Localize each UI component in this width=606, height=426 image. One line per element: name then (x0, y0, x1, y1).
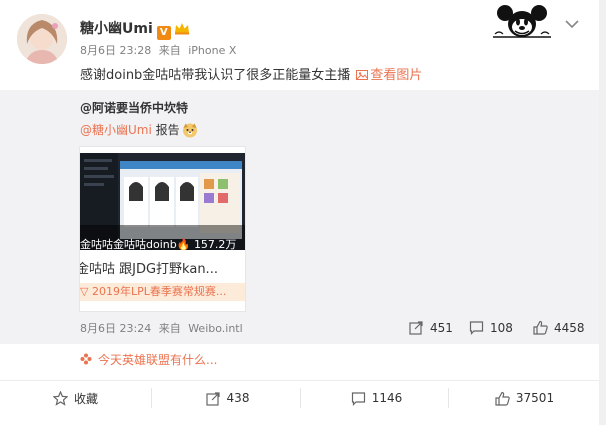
original-comment-count: 108 (490, 321, 513, 335)
topic-link[interactable]: 今天英雄联盟有什么... (80, 352, 217, 368)
comment-icon (469, 321, 484, 335)
video-meta: 金咕咕金咕咕doinb🔥 157.2万 (80, 238, 236, 250)
video-channel: 金咕咕金咕咕doinb (80, 238, 177, 250)
repost-button[interactable]: 438 (152, 380, 303, 416)
original-repost-button[interactable]: 451 (409, 320, 453, 336)
share-icon (205, 391, 220, 406)
original-mention[interactable]: @糖小幽Umi (80, 123, 152, 137)
picture-icon (356, 70, 369, 80)
like-count: 37501 (515, 391, 555, 405)
comment-count: 1146 (371, 391, 403, 405)
original-text-body: 报告 (155, 123, 180, 137)
post-source: iPhone X (188, 44, 237, 57)
fire-icon: 🔥 (176, 238, 191, 250)
source-prefix: 来自 (158, 44, 181, 57)
author-name[interactable]: 糖小幽Umi (80, 21, 153, 37)
favorite-label: 收藏 (73, 391, 98, 406)
original-author[interactable]: @阿诺要当侨中坎特 (80, 100, 188, 116)
original-like-count: 4458 (554, 321, 585, 335)
avatar[interactable] (17, 14, 67, 64)
star-icon (52, 390, 68, 406)
thumbs-up-icon (495, 391, 510, 406)
comment-icon (351, 391, 365, 406)
original-source: Weibo.intl (188, 322, 243, 335)
video-views: 157.2万 (193, 238, 237, 250)
view-pictures-link[interactable]: 查看图片 (356, 68, 422, 83)
post-meta: 8月6日 23:28 来自 iPhone X (80, 44, 240, 58)
favorite-button[interactable]: 收藏 (0, 380, 151, 416)
comment-button[interactable]: 1146 (301, 380, 452, 416)
view-pictures-label: 查看图片 (370, 68, 423, 83)
dog-emoji-icon (182, 122, 198, 138)
thumbs-up-icon (533, 320, 548, 335)
crown-icon (174, 21, 190, 35)
video-thumbnail: 金咕咕金咕咕doinb🔥 157.2万 (80, 153, 245, 250)
chevron-down-icon[interactable] (565, 14, 579, 29)
mickey-decoration-icon (491, 4, 553, 40)
original-meta: 8月6日 23:24 来自 Weibo.intl (80, 322, 247, 336)
like-button[interactable]: 37501 (449, 380, 600, 416)
scrollbar[interactable] (599, 0, 606, 425)
topic-flower-icon (80, 353, 92, 365)
original-comment-button[interactable]: 108 (469, 320, 513, 336)
video-card[interactable]: 金咕咕金咕咕doinb🔥 157.2万 金咕咕 跟JDG打野kan... ▽ 2… (79, 146, 246, 312)
post-date[interactable]: 8月6日 23:28 (80, 44, 151, 57)
verified-badge: V (156, 26, 171, 40)
video-banner: ▽ 2019年LPL春季赛常规赛... (80, 283, 245, 301)
banner-marker: ▽ (80, 285, 89, 298)
topic-text: 今天英雄联盟有什么... (98, 353, 218, 367)
original-date[interactable]: 8月6日 23:24 (80, 322, 151, 335)
repost-count: 438 (226, 391, 250, 405)
video-title[interactable]: 金咕咕 跟JDG打野kan... (80, 261, 218, 279)
original-source-prefix: 来自 (158, 322, 181, 335)
original-repost-count: 451 (430, 321, 453, 335)
post-text: 感谢doinb金咕咕带我认识了很多正能量女主播 (80, 68, 351, 83)
post-author[interactable]: 糖小幽Umi V (80, 20, 190, 40)
original-like-button[interactable]: 4458 (533, 320, 585, 336)
share-icon (409, 321, 423, 335)
post-content: 感谢doinb金咕咕带我认识了很多正能量女主播 查看图片 (80, 67, 422, 85)
video-banner-text: 2019年LPL春季赛常规赛... (91, 285, 227, 298)
original-text: @糖小幽Umi 报告 (80, 121, 198, 139)
